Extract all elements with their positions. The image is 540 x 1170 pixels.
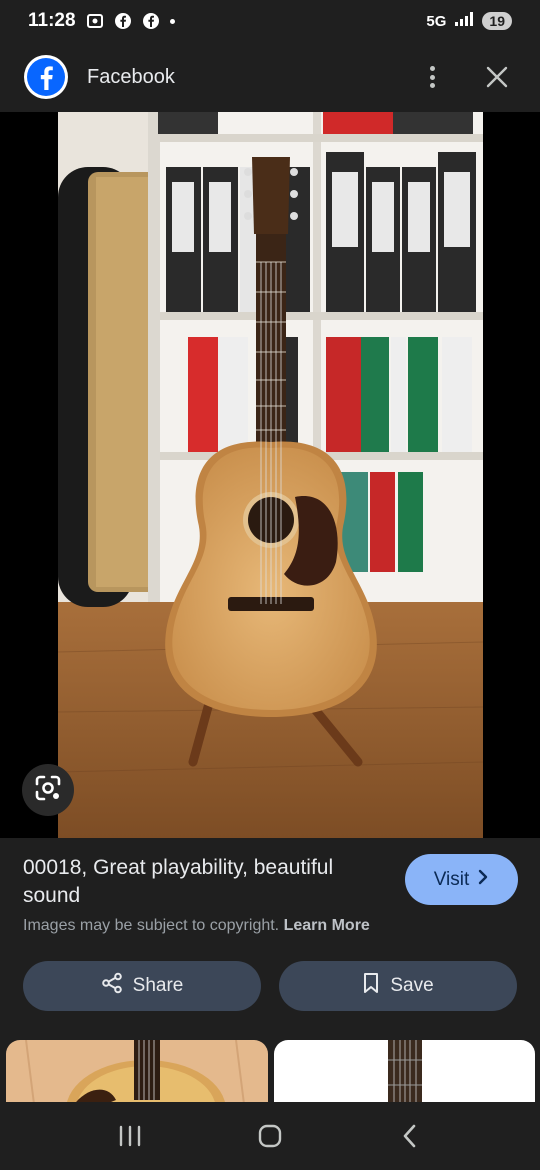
google-lens-icon [34, 774, 62, 807]
save-label: Save [390, 975, 434, 996]
bookmark-icon [362, 972, 380, 1000]
share-button[interactable]: Share [23, 961, 261, 1011]
facebook-notification-icon [114, 12, 132, 30]
image-viewer [0, 112, 540, 838]
facebook-notification-icon [142, 12, 160, 30]
back-icon[interactable] [390, 1116, 430, 1156]
visit-label: Visit [433, 868, 470, 890]
result-title[interactable]: 00018, Great playability, beautiful soun… [23, 854, 393, 910]
status-bar: 11:28 5G 19 [0, 0, 540, 42]
network-label: 5G [426, 12, 447, 30]
screenshot-icon [86, 12, 104, 30]
share-icon [101, 972, 123, 1000]
home-icon[interactable] [250, 1116, 290, 1156]
related-images [0, 1040, 540, 1102]
visit-button[interactable]: Visit [405, 854, 518, 905]
battery-indicator: 19 [482, 12, 512, 30]
share-label: Share [132, 975, 184, 996]
notification-dot-icon [169, 18, 175, 24]
related-image-thumbnail[interactable] [6, 1040, 268, 1102]
system-nav-bar [0, 1102, 540, 1170]
learn-more-link[interactable]: Learn More [284, 917, 370, 934]
google-lens-button[interactable] [22, 764, 74, 816]
guitar-photo[interactable] [58, 112, 483, 838]
close-icon[interactable] [484, 64, 510, 90]
app-bar: Facebook [0, 42, 540, 112]
recents-icon[interactable] [110, 1116, 150, 1156]
chevron-right-icon [477, 869, 489, 891]
related-image-thumbnail[interactable] [274, 1040, 535, 1102]
facebook-logo-icon [24, 55, 68, 99]
save-button[interactable]: Save [279, 961, 517, 1011]
signal-icon [454, 11, 474, 31]
source-title: Facebook [87, 65, 175, 88]
status-time: 11:28 [28, 10, 76, 31]
copyright-text: Images may be subject to copyright. [23, 917, 280, 934]
copyright-notice: Images may be subject to copyright. Lear… [23, 917, 370, 935]
more-vert-icon[interactable] [420, 62, 444, 92]
